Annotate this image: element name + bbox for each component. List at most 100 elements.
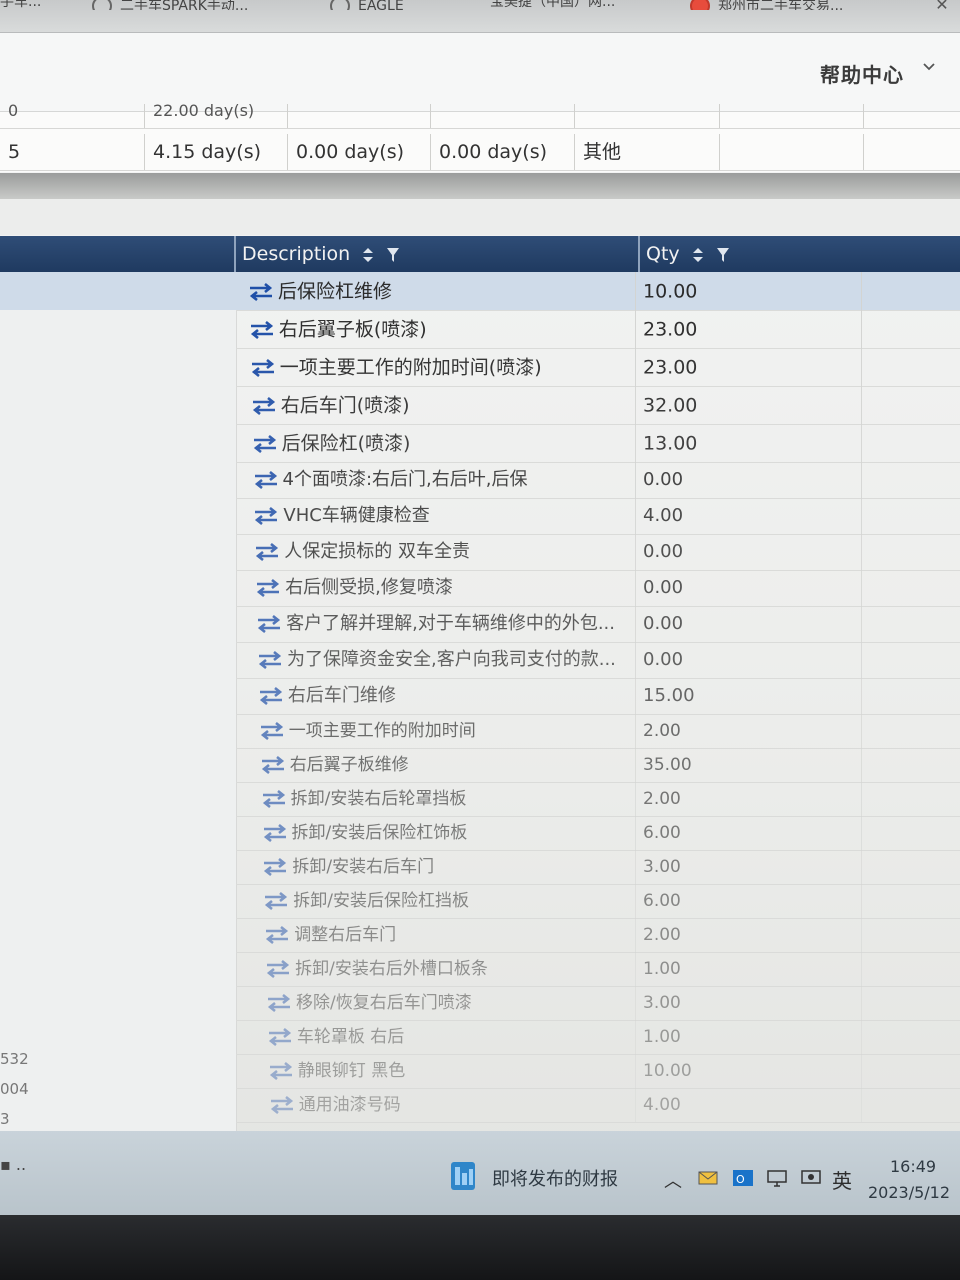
description-cell[interactable]: 4个面喷漆:右后门,右后叶,后保	[236, 462, 636, 498]
swap-arrows-icon[interactable]	[260, 756, 286, 774]
qty-cell[interactable]: 32.00	[637, 386, 862, 424]
taskbar-item[interactable]: ▪ ..	[0, 1155, 26, 1174]
description-cell[interactable]: 右后翼子板(喷漆)	[236, 310, 636, 348]
description-cell[interactable]: 拆卸/安装右后车门	[236, 850, 636, 884]
description-cell[interactable]: 一项主要工作的附加时间	[236, 714, 636, 748]
swap-arrows-icon[interactable]	[256, 615, 282, 633]
sort-icon[interactable]	[692, 247, 704, 263]
description-cell[interactable]: 右后车门(喷漆)	[236, 386, 636, 424]
swap-arrows-icon[interactable]	[259, 722, 285, 740]
filter-icon[interactable]	[716, 247, 730, 263]
qty-cell[interactable]: 15.00	[637, 678, 862, 714]
swap-arrows-icon[interactable]	[251, 396, 277, 415]
qty-cell[interactable]: 23.00	[637, 348, 862, 386]
description-cell[interactable]: 拆卸/安装右后轮罩挡板	[236, 782, 636, 816]
table-row[interactable]: 右后车门维修 15.00	[236, 678, 960, 715]
horizontal-scrollbar[interactable]	[0, 173, 960, 199]
table-row[interactable]: 右后车门(喷漆) 32.00	[236, 386, 960, 425]
qty-cell[interactable]: 4.00	[637, 1088, 862, 1122]
table-row[interactable]: 右后翼子板维修 35.00	[236, 748, 960, 783]
description-cell[interactable]: 后保险杠维修	[236, 272, 636, 310]
help-center-link[interactable]: 帮助中心	[820, 59, 904, 88]
table-row[interactable]: 0 22.00 day(s)	[0, 103, 960, 129]
news-widget-label[interactable]: 即将发布的财报	[492, 1165, 618, 1191]
table-row[interactable]: 右后侧受损,修复喷漆 0.00	[236, 570, 960, 607]
table-row[interactable]: VHC车辆健康检查 4.00	[236, 498, 960, 535]
qty-cell[interactable]: 3.00	[637, 850, 862, 884]
table-row[interactable]: 拆卸/安装右后轮罩挡板 2.00	[236, 782, 960, 817]
qty-cell[interactable]: 2.00	[637, 714, 862, 748]
browser-tab[interactable]: EAGLE	[330, 0, 440, 10]
swap-arrows-icon[interactable]	[255, 579, 281, 597]
clock-time[interactable]: 16:49	[890, 1157, 936, 1176]
swap-arrows-icon[interactable]	[257, 651, 283, 669]
table-row[interactable]: 后保险杠维修 10.00	[236, 272, 960, 311]
qty-cell[interactable]: 0.00	[637, 534, 862, 570]
browser-tab[interactable]: 二手车SPARK手动...	[92, 0, 312, 10]
qty-cell[interactable]: 10.00	[637, 1054, 862, 1088]
swap-arrows-icon[interactable]	[268, 1062, 294, 1080]
table-row[interactable]: 后保险杠(喷漆) 13.00	[236, 424, 960, 463]
table-row[interactable]: 5 4.15 day(s) 0.00 day(s) 0.00 day(s) 其他	[0, 134, 960, 171]
qty-cell[interactable]: 23.00	[637, 310, 862, 348]
browser-tab[interactable]: 宝美捷（中国）网...	[490, 0, 670, 10]
input-language-indicator[interactable]: 英	[832, 1165, 852, 1194]
description-cell[interactable]: 静眼铆钉 黑色	[236, 1054, 636, 1088]
description-cell[interactable]: 右后车门维修	[236, 678, 636, 714]
description-cell[interactable]: 车轮罩板 右后	[236, 1020, 636, 1054]
qty-cell[interactable]: 35.00	[637, 748, 862, 782]
browser-tab[interactable]: 郑州市二手车交易...	[690, 0, 910, 10]
qty-cell[interactable]: 6.00	[637, 884, 862, 918]
display-icon[interactable]	[800, 1169, 822, 1187]
description-cell[interactable]: 通用油漆号码	[236, 1088, 636, 1122]
table-row[interactable]: 静眼铆钉 黑色 10.00	[236, 1054, 960, 1089]
table-row[interactable]: 一项主要工作的附加时间 2.00	[236, 714, 960, 749]
table-row[interactable]: 拆卸/安装后保险杠挡板 6.00	[236, 884, 960, 919]
table-row[interactable]: 调整右后车门 2.00	[236, 918, 960, 953]
swap-arrows-icon[interactable]	[269, 1096, 295, 1114]
swap-arrows-icon[interactable]	[261, 790, 287, 808]
qty-cell[interactable]: 0.00	[637, 462, 862, 498]
table-row[interactable]: 4个面喷漆:右后门,右后叶,后保 0.00	[236, 462, 960, 499]
qty-cell[interactable]: 6.00	[637, 816, 862, 850]
swap-arrows-icon[interactable]	[249, 320, 275, 339]
chevron-up-icon[interactable]: ︿	[664, 1167, 682, 1193]
table-row[interactable]: 人保定损标的 双车全责 0.00	[236, 534, 960, 571]
description-cell[interactable]: 拆卸/安装后保险杠挡板	[236, 884, 636, 918]
table-row[interactable]: 移除/恢复右后车门喷漆 3.00	[236, 986, 960, 1021]
table-row[interactable]: 拆卸/安装后保险杠饰板 6.00	[236, 816, 960, 851]
close-icon[interactable]: ✕	[932, 0, 952, 14]
qty-cell[interactable]: 2.00	[637, 782, 862, 816]
table-row[interactable]: 客户了解并理解,对于车辆维修中的外包... 0.00	[236, 606, 960, 643]
table-row[interactable]: 车轮罩板 右后 1.00	[236, 1020, 960, 1055]
table-row[interactable]: 拆卸/安装右后车门 3.00	[236, 850, 960, 885]
description-cell[interactable]: 为了保障资金安全,客户向我司支付的款...	[236, 642, 636, 678]
swap-arrows-icon[interactable]	[263, 892, 289, 910]
qty-cell[interactable]: 0.00	[637, 642, 862, 678]
browser-tab[interactable]: 手车...	[0, 0, 80, 10]
description-cell[interactable]: 调整右后车门	[236, 918, 636, 952]
mail-icon[interactable]	[698, 1171, 718, 1185]
qty-cell[interactable]: 2.00	[637, 918, 862, 952]
table-row[interactable]: 为了保障资金安全,客户向我司支付的款... 0.00	[236, 642, 960, 679]
description-cell[interactable]: 客户了解并理解,对于车辆维修中的外包...	[236, 606, 636, 642]
swap-arrows-icon[interactable]	[267, 1028, 293, 1046]
description-cell[interactable]: 右后侧受损,修复喷漆	[236, 570, 636, 606]
qty-cell[interactable]: 10.00	[637, 272, 862, 310]
table-row[interactable]: 拆卸/安装右后外槽口板条 1.00	[236, 952, 960, 987]
qty-cell[interactable]: 0.00	[637, 570, 862, 606]
column-header-qty[interactable]: Qty	[638, 236, 960, 272]
qty-cell[interactable]: 3.00	[637, 986, 862, 1020]
table-row[interactable]: 通用油漆号码 4.00	[236, 1088, 960, 1123]
swap-arrows-icon[interactable]	[252, 434, 278, 453]
swap-arrows-icon[interactable]	[250, 358, 276, 377]
qty-cell[interactable]: 4.00	[637, 498, 862, 534]
swap-arrows-icon[interactable]	[253, 471, 279, 489]
description-cell[interactable]: VHC车辆健康检查	[236, 498, 636, 534]
clock-date[interactable]: 2023/5/12	[868, 1183, 950, 1202]
qty-cell[interactable]: 13.00	[637, 424, 862, 462]
description-cell[interactable]: 一项主要工作的附加时间(喷漆)	[236, 348, 636, 386]
swap-arrows-icon[interactable]	[253, 507, 279, 525]
swap-arrows-icon[interactable]	[262, 824, 288, 842]
filter-icon[interactable]	[386, 247, 400, 263]
